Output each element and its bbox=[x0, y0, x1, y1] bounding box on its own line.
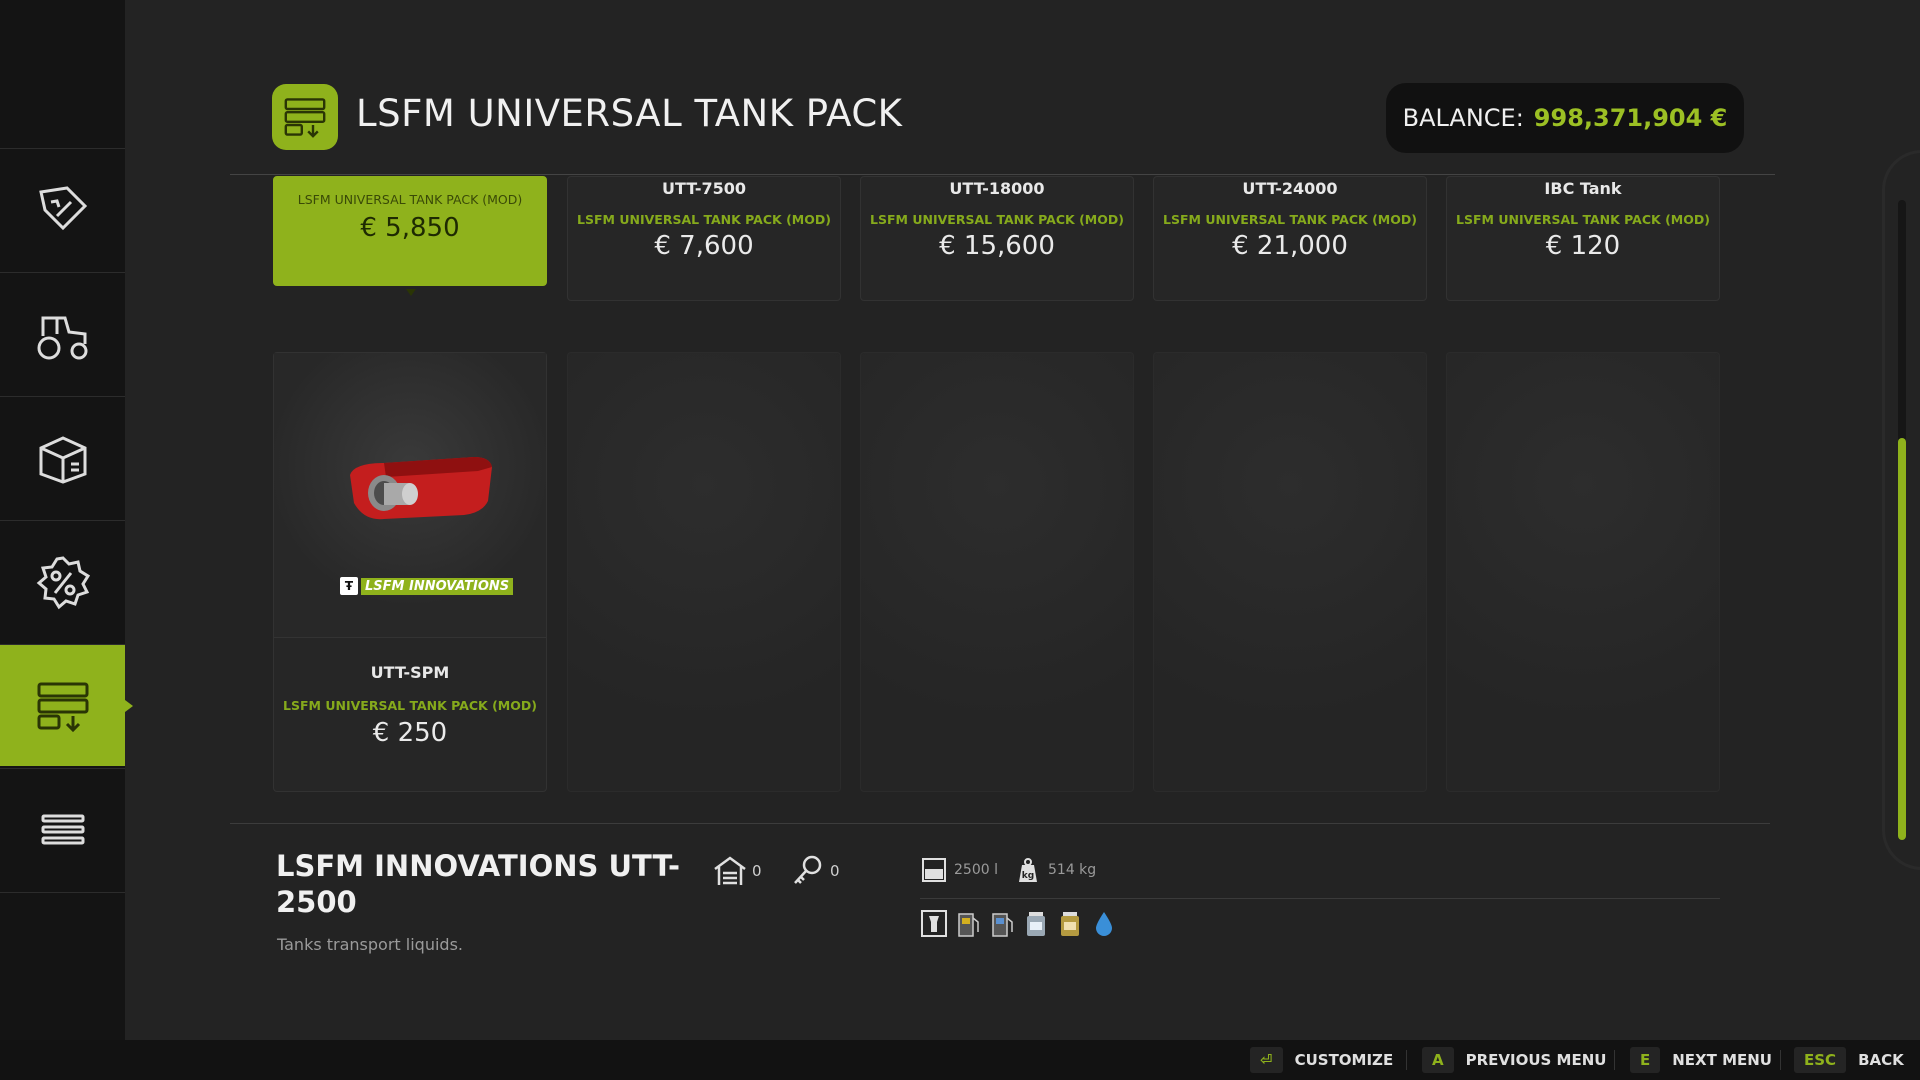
leased-count: 0 bbox=[830, 862, 840, 880]
box-icon bbox=[39, 435, 86, 484]
product-pack: LSFM UNIVERSAL TANK PACK (MOD) bbox=[870, 212, 1124, 227]
header-tank-pack-icon bbox=[272, 84, 338, 150]
footer-separator bbox=[1780, 1050, 1781, 1070]
leased-stat: 0 bbox=[790, 853, 840, 889]
weight-icon: kg bbox=[1019, 858, 1037, 882]
product-pack: LSFM UNIVERSAL TANK PACK (MOD) bbox=[1163, 212, 1417, 227]
price-tag-icon bbox=[38, 185, 87, 230]
back-key: ESC bbox=[1794, 1047, 1847, 1073]
footer-separator bbox=[1406, 1050, 1407, 1070]
prev-label: PREVIOUS MENU bbox=[1465, 1051, 1607, 1069]
brand-logo: Ŧ LSFM INNOVATIONS bbox=[340, 576, 514, 596]
product-name: UTT-24000 bbox=[1242, 179, 1338, 198]
product-card-selected[interactable]: LSFM UNIVERSAL TANK PACK (MOD) € 5,850 bbox=[273, 176, 547, 286]
owned-count: 0 bbox=[752, 862, 762, 880]
product-pack: LSFM UNIVERSAL TANK PACK (MOD) bbox=[1456, 212, 1710, 227]
sidebar-item-tank-pack[interactable] bbox=[0, 644, 133, 766]
footer-separator bbox=[1614, 1050, 1615, 1070]
customize-label: CUSTOMIZE bbox=[1294, 1051, 1394, 1069]
product-card-utt-7500[interactable]: UTT-7500 LSFM UNIVERSAL TANK PACK (MOD) … bbox=[567, 176, 841, 301]
product-price: € 15,600 bbox=[939, 231, 1055, 261]
prev-key: A bbox=[1422, 1047, 1454, 1073]
enter-key-icon: ⏎ bbox=[1250, 1047, 1283, 1073]
next-key: E bbox=[1630, 1047, 1661, 1073]
weight-value: 514 kg bbox=[1048, 862, 1097, 878]
diesel-icon bbox=[992, 913, 1013, 937]
back-label: BACK bbox=[1858, 1051, 1904, 1069]
detail-description: Tanks transport liquids. bbox=[277, 935, 463, 954]
selection-arrow-icon bbox=[406, 289, 416, 296]
empty-slot bbox=[860, 352, 1134, 792]
empty-slot bbox=[1153, 352, 1427, 792]
sidebar-item-menu[interactable] bbox=[0, 768, 125, 890]
brand-logo-icon: Ŧ bbox=[340, 577, 358, 595]
capacity-icon bbox=[922, 858, 946, 882]
product-card-utt-18000[interactable]: UTT-18000 LSFM UNIVERSAL TANK PACK (MOD)… bbox=[860, 176, 1134, 301]
tank-pack-icon bbox=[37, 682, 88, 732]
product-pack: LSFM UNIVERSAL TANK PACK (MOD) bbox=[283, 698, 537, 713]
weight-spec: kg 514 kg bbox=[1014, 856, 1096, 884]
discount-icon bbox=[36, 555, 90, 609]
next-label: NEXT MENU bbox=[1672, 1051, 1772, 1069]
product-name: UTT-7500 bbox=[661, 179, 746, 198]
product-card-utt-spm[interactable]: UTT-SPM LSFM UNIVERSAL TANK PACK (MOD) €… bbox=[273, 352, 547, 792]
sidebar-divider bbox=[0, 892, 125, 893]
tractor-icon bbox=[37, 316, 87, 359]
list-icon bbox=[41, 814, 84, 844]
sidebar-item-vehicles[interactable] bbox=[0, 272, 125, 394]
capacity-value: 2500 l bbox=[954, 862, 998, 878]
brand-logo-text: LSFM INNOVATIONS bbox=[361, 577, 514, 595]
spec-divider bbox=[920, 898, 1720, 899]
divider bbox=[230, 823, 1770, 824]
empty-slot bbox=[567, 352, 841, 792]
sidebar-item-objects[interactable] bbox=[0, 396, 125, 518]
product-price: € 5,850 bbox=[360, 213, 460, 243]
key-icon bbox=[794, 855, 822, 884]
balance-value: 998,371,904 € bbox=[1533, 104, 1728, 132]
sidebar-item-sale[interactable] bbox=[0, 520, 125, 642]
water-icon bbox=[1096, 912, 1112, 936]
fuel-icon bbox=[958, 913, 979, 937]
previous-menu-button[interactable]: A PREVIOUS MENU bbox=[1422, 1046, 1606, 1074]
milk-icon bbox=[921, 910, 947, 937]
product-pack: LSFM UNIVERSAL TANK PACK (MOD) bbox=[297, 192, 523, 207]
product-price: € 7,600 bbox=[654, 231, 754, 261]
balance-label: BALANCE: bbox=[1402, 104, 1524, 132]
back-button[interactable]: ESC BACK bbox=[1794, 1046, 1904, 1074]
owned-stat: 0 bbox=[712, 853, 762, 889]
product-price: € 21,000 bbox=[1232, 231, 1348, 261]
detail-title: LSFM INNOVATIONS UTT-2500 bbox=[276, 849, 681, 919]
empty-slot bbox=[1446, 352, 1720, 792]
herbicide-icon bbox=[1061, 912, 1079, 936]
customize-button[interactable]: ⏎ CUSTOMIZE bbox=[1250, 1046, 1393, 1074]
capacity-spec: 2500 l bbox=[920, 856, 998, 884]
sidebar-item-sales[interactable] bbox=[0, 148, 125, 270]
product-price: € 120 bbox=[1545, 231, 1621, 261]
product-name: UTT-SPM bbox=[370, 663, 450, 682]
next-menu-button[interactable]: E NEXT MENU bbox=[1630, 1046, 1772, 1074]
balance-display: BALANCE: 998,371,904 € bbox=[1386, 83, 1744, 153]
liquid-fertilizer-icon bbox=[1027, 912, 1045, 936]
scrollbar-thumb[interactable] bbox=[1898, 438, 1906, 840]
product-price: € 250 bbox=[372, 718, 448, 748]
product-card-utt-24000[interactable]: UTT-24000 LSFM UNIVERSAL TANK PACK (MOD)… bbox=[1153, 176, 1427, 301]
garage-icon bbox=[714, 856, 746, 885]
sidebar bbox=[0, 0, 133, 1040]
product-name: IBC Tank bbox=[1544, 179, 1622, 198]
product-card-ibc-tank[interactable]: IBC Tank LSFM UNIVERSAL TANK PACK (MOD) … bbox=[1446, 176, 1720, 301]
divider bbox=[230, 174, 1775, 175]
product-pack: LSFM UNIVERSAL TANK PACK (MOD) bbox=[577, 212, 831, 227]
page-title: LSFM UNIVERSAL TANK PACK bbox=[356, 92, 903, 135]
svg-text:kg: kg bbox=[1022, 871, 1034, 881]
product-name: UTT-18000 bbox=[949, 179, 1045, 198]
